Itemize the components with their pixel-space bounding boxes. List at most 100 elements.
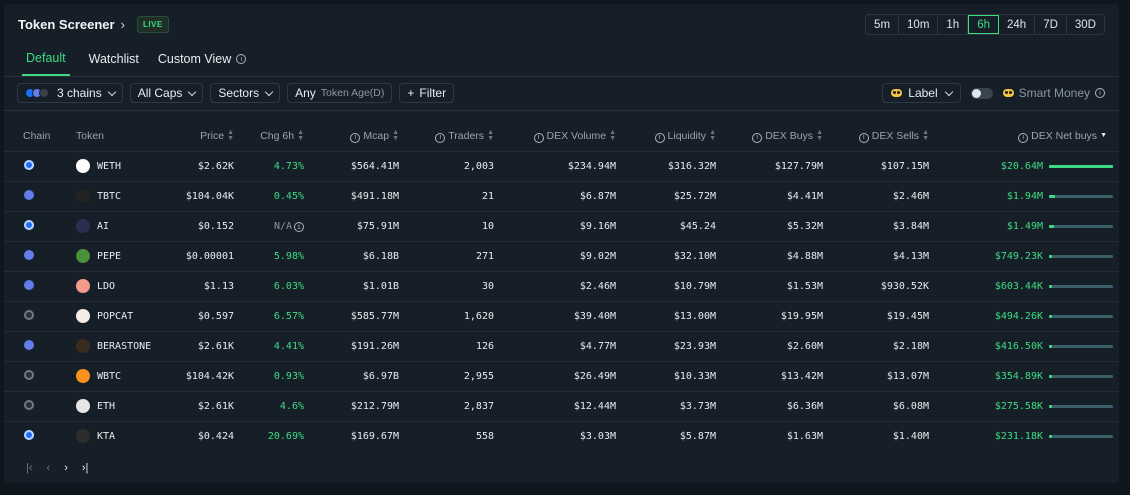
liquidity-cell: $5.87M — [616, 420, 716, 451]
add-filter-button[interactable]: + Filter — [399, 83, 455, 103]
timeframe-24h[interactable]: 24h — [999, 15, 1036, 34]
change-value: 0.93% — [273, 370, 304, 382]
token-cell[interactable]: LDO — [64, 270, 164, 301]
page-title[interactable]: Token Screener › LIVE — [18, 16, 169, 33]
net-buys-cell: $494.26K — [929, 300, 1043, 331]
info-icon: i — [1018, 132, 1029, 143]
token-cell[interactable]: BERASTONE — [64, 330, 164, 361]
table-row[interactable]: PEPE $0.00001 5.98% $6.18B 271 $9.02M $32.10M $… — [4, 240, 1119, 271]
token-cell[interactable]: TBTC — [64, 180, 164, 211]
smart-money-toggle[interactable] — [970, 87, 993, 99]
info-icon: i — [654, 132, 665, 143]
chain-cell — [4, 150, 64, 181]
col-liquidity[interactable]: i Liquidity ▲ ▼ — [616, 122, 716, 151]
caps-filter[interactable]: All Caps — [129, 83, 204, 103]
price-cell: $0.424 — [164, 420, 234, 451]
traders-cell: 10 — [399, 210, 494, 241]
info-icon[interactable]: i — [294, 221, 304, 232]
eyes-icon — [891, 89, 903, 97]
add-filter-label: Filter — [419, 86, 447, 100]
change-cell: 0.45% — [234, 180, 304, 211]
base-chain-icon — [24, 219, 34, 230]
table-row[interactable]: KTA $0.424 20.69% $169.67M 558 $3.03M $5.87M $1… — [4, 420, 1119, 451]
dex-sells-cell: $2.18M — [823, 330, 929, 361]
token-cell[interactable]: ETH — [64, 390, 164, 421]
token-cell[interactable]: POPCAT — [64, 300, 164, 331]
page-title-text: Token Screener — [18, 17, 115, 32]
token-cell[interactable]: KTA — [64, 420, 164, 451]
next-page-button[interactable]: › — [64, 462, 68, 474]
net-buys-cell: $1.94M — [929, 180, 1043, 211]
info-icon[interactable]: i — [236, 54, 247, 64]
token-cell[interactable]: PEPE — [64, 240, 164, 271]
change-value: 4.73% — [273, 160, 304, 172]
dex-buys-cell: $4.88M — [716, 240, 823, 271]
divider — [4, 76, 1119, 77]
col-traders[interactable]: i Traders ▲ ▼ — [399, 122, 494, 151]
chains-filter[interactable]: 3 chains — [17, 83, 123, 103]
dex-volume-cell: $26.49M — [494, 360, 616, 391]
dex-buys-cell: $127.79M — [716, 150, 823, 181]
first-page-button[interactable]: |‹ — [26, 462, 33, 474]
traders-cell: 1,620 — [399, 300, 494, 331]
col-mcap[interactable]: i Mcap ▲ ▼ — [304, 122, 399, 151]
chain-cell — [4, 390, 64, 421]
col-dex-volume[interactable]: i DEX Volume ▲ ▼ — [494, 122, 616, 151]
info-icon[interactable]: i — [1095, 88, 1105, 98]
table-row[interactable]: ETH $2.61K 4.6% $212.79M 2,837 $12.44M $3.73M $… — [4, 390, 1119, 421]
sort-desc-icon: ▼ — [1100, 132, 1107, 140]
col-label: Liquidity — [667, 130, 707, 142]
net-buys-bar-fill — [1049, 404, 1053, 408]
label-dropdown[interactable]: Label — [882, 83, 961, 103]
table-row[interactable]: AI $0.152 N/A i $75.91M 10 $9.16M $45.24 $5.32M $… — [4, 210, 1119, 241]
base-chain-icon — [24, 429, 34, 440]
col-chg[interactable]: Chg 6h ▲ ▼ — [234, 122, 304, 151]
timeframe-1h[interactable]: 1h — [938, 15, 969, 34]
col-label: Traders — [448, 130, 485, 142]
liquidity-cell: $25.72M — [616, 180, 716, 211]
timeframe-6h[interactable]: 6h — [968, 15, 999, 34]
token-cell[interactable]: AI — [64, 210, 164, 241]
timeframe-30d[interactable]: 30D — [1067, 15, 1104, 34]
chain-cell — [4, 330, 64, 361]
table-row[interactable]: BERASTONE $2.61K 4.41% $191.26M 126 $4.77M $23… — [4, 330, 1119, 361]
change-cell: N/A i — [234, 210, 304, 241]
table-row[interactable]: POPCAT $0.597 6.57% $585.77M 1,620 $39.40M $13… — [4, 300, 1119, 331]
change-value: 6.03% — [273, 280, 304, 292]
change-cell: 20.69% — [234, 420, 304, 451]
last-page-button[interactable]: ›| — [82, 462, 89, 474]
sectors-filter[interactable]: Sectors — [210, 83, 281, 103]
tab-watchlist[interactable]: Watchlist — [89, 51, 139, 76]
table-row[interactable]: LDO $1.13 6.03% $1.01B 30 $2.46M $10.79M $1.53M… — [4, 270, 1119, 301]
token-cell[interactable]: WETH — [64, 150, 164, 181]
col-dex-net-buys[interactable]: i DEX Net buys ▼ — [929, 122, 1119, 151]
token-logo-icon — [76, 369, 90, 383]
col-dex-buys[interactable]: i DEX Buys ▲ ▼ — [716, 122, 823, 151]
col-dex-sells[interactable]: i DEX Sells ▲ ▼ — [823, 122, 929, 151]
table-row[interactable]: WETH $2.62K 4.73% $564.41M 2,003 $234.94M $316… — [4, 150, 1119, 181]
table-row[interactable]: TBTC $104.04K 0.45% $491.18M 21 $6.87M $25.72M… — [4, 180, 1119, 211]
label-dropdown-text: Label — [908, 86, 938, 100]
col-price[interactable]: Price ▲ ▼ — [164, 122, 234, 151]
prev-page-button[interactable]: ‹ — [47, 462, 51, 474]
sort-icon: ▲ ▼ — [227, 129, 234, 143]
tab-default[interactable]: Default — [22, 51, 70, 76]
token-age-filter[interactable]: Any Token Age(D) — [287, 83, 393, 103]
token-symbol: LDO — [97, 280, 116, 292]
tab-custom-view[interactable]: Custom View i — [158, 51, 247, 76]
net-buys-bar-cell — [1043, 330, 1119, 361]
token-logo-icon — [76, 219, 90, 233]
filter-bar: 3 chains All Caps Sectors Any Token Age(… — [17, 83, 455, 103]
timeframe-10m[interactable]: 10m — [899, 15, 939, 34]
chains-filter-label: 3 chains — [57, 86, 102, 100]
liquidity-cell: $10.33M — [616, 360, 716, 391]
token-cell[interactable]: WBTC — [64, 360, 164, 391]
timeframe-7d[interactable]: 7D — [1035, 15, 1067, 34]
traders-cell: 558 — [399, 420, 494, 451]
table-row[interactable]: WBTC $104.42K 0.93% $6.97B 2,955 $26.49M $10.3… — [4, 360, 1119, 391]
chevron-down-icon — [264, 87, 274, 96]
timeframe-5m[interactable]: 5m — [866, 15, 900, 34]
token-symbol: KTA — [97, 430, 116, 442]
dex-sells-cell: $1.40M — [823, 420, 929, 451]
dex-sells-cell: $4.13M — [823, 240, 929, 271]
